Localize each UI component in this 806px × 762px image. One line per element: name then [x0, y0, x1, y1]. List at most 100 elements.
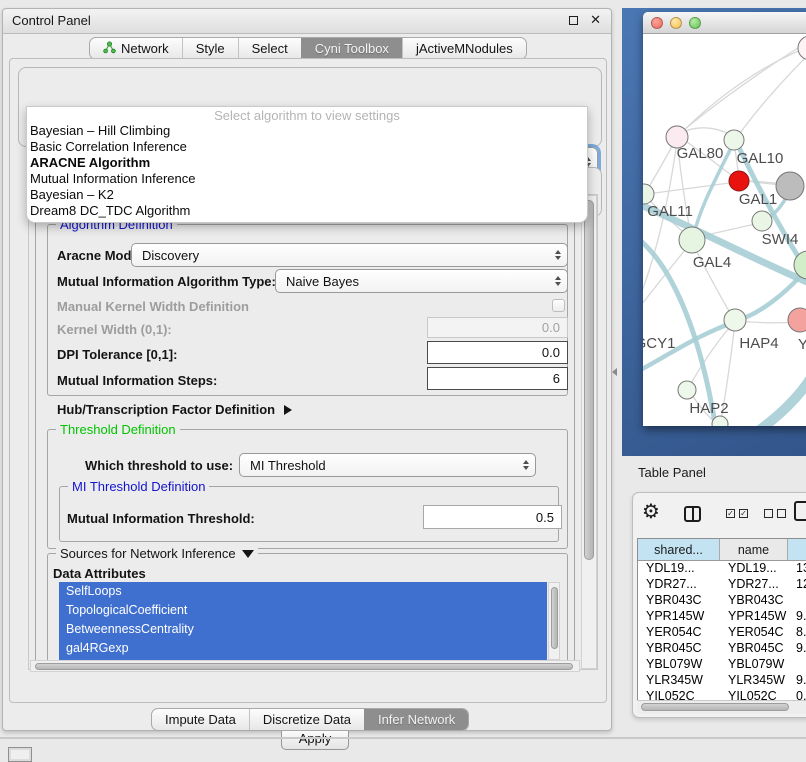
- manual-kernel-checkbox[interactable]: [552, 299, 565, 312]
- table-row[interactable]: YBR043CYBR043C: [638, 593, 806, 609]
- table-row[interactable]: YER054CYER054C8.: [638, 625, 806, 641]
- table-cell[interactable]: YDL19...: [638, 561, 720, 577]
- select-all-checkboxes-icon[interactable]: ✓: [726, 509, 735, 518]
- network-node-y[interactable]: [788, 308, 806, 332]
- column-header-a[interactable]: A: [788, 539, 806, 560]
- tab-jactivemnodules[interactable]: jActiveMNodules: [402, 38, 526, 59]
- attribute-item-topologicalcoefficient[interactable]: TopologicalCoefficient: [59, 601, 547, 620]
- kernel-width-input[interactable]: 0.0: [427, 317, 568, 338]
- tab-cyni-toolbox[interactable]: Cyni Toolbox: [301, 38, 402, 59]
- tab-impute-data[interactable]: Impute Data: [152, 709, 249, 730]
- network-node-swi4[interactable]: [752, 211, 772, 231]
- close-icon[interactable]: ✕: [590, 12, 601, 28]
- deselect-all-checkboxes-icon[interactable]: [764, 509, 773, 518]
- tab-infer-network[interactable]: Infer Network: [364, 709, 468, 730]
- network-edge[interactable]: [679, 46, 801, 134]
- split-pane-collapse-icon[interactable]: [612, 368, 617, 376]
- column-header-shared[interactable]: shared...: [638, 539, 720, 560]
- hub-definition-expander[interactable]: Hub/Transcription Factor Definition: [57, 402, 292, 417]
- attribute-item-selfloops[interactable]: SelfLoops: [59, 582, 547, 601]
- network-node-hap4[interactable]: [724, 309, 746, 331]
- table-cell[interactable]: [788, 657, 806, 673]
- dpi-tolerance-input[interactable]: 0.0: [427, 341, 568, 364]
- tab-style[interactable]: Style: [182, 38, 238, 59]
- network-node-gal1[interactable]: [729, 171, 749, 191]
- tab-select[interactable]: Select: [238, 38, 301, 59]
- table-horizontal-scrollbar[interactable]: [637, 700, 806, 714]
- network-view-window[interactable]: GAL80GAL10GAL1GAL11GAL4SWI4GCY1HAP4YHAP2: [643, 12, 806, 426]
- float-window-icon[interactable]: [569, 16, 578, 25]
- table-cell[interactable]: YBL079W: [720, 657, 788, 673]
- table-cell[interactable]: YPR145W: [638, 609, 720, 625]
- network-edge[interactable]: [737, 54, 806, 137]
- table-cell[interactable]: 9.: [788, 641, 806, 657]
- mi-steps-input[interactable]: 6: [427, 367, 568, 390]
- dropdown-item-bayesian-hill-climbing[interactable]: Bayesian – Hill Climbing: [27, 123, 587, 139]
- table-cell[interactable]: 13: [788, 561, 806, 577]
- network-node-hap2[interactable]: [678, 381, 696, 399]
- table-cell[interactable]: YBL079W: [638, 657, 720, 673]
- table-cell[interactable]: YPR145W: [720, 609, 788, 625]
- table-row[interactable]: YPR145WYPR145W9.: [638, 609, 806, 625]
- data-attributes-list[interactable]: SelfLoopsTopologicalCoefficientBetweenne…: [59, 582, 547, 660]
- network-edge[interactable]: [647, 182, 737, 194]
- table-cell[interactable]: YDL19...: [720, 561, 788, 577]
- table-row[interactable]: YDL19...YDL19...13: [638, 561, 806, 577]
- table-cell[interactable]: YBR045C: [720, 641, 788, 657]
- table-row[interactable]: YBR045CYBR045C9.: [638, 641, 806, 657]
- deselect-all-checkboxes-icon[interactable]: [777, 509, 786, 518]
- dropdown-item-aracne-algorithm[interactable]: ARACNE Algorithm: [27, 155, 587, 171]
- table-cell[interactable]: YLR345W: [720, 673, 788, 689]
- dropdown-item-basic-correlation-inference[interactable]: Basic Correlation Inference: [27, 139, 587, 155]
- table-cell[interactable]: 12: [788, 577, 806, 593]
- select-all-checkboxes-icon[interactable]: ✓: [739, 509, 748, 518]
- table-row[interactable]: YBL079WYBL079W: [638, 657, 806, 673]
- network-edge-weighted[interactable]: [751, 352, 806, 426]
- mi-threshold-input[interactable]: 0.5: [423, 505, 562, 529]
- column-header-name[interactable]: name: [720, 539, 788, 560]
- attribute-item-gal4rgexp[interactable]: gal4RGexp: [59, 639, 547, 658]
- which-threshold-combobox[interactable]: MI Threshold: [239, 453, 536, 477]
- aracne-mode-combobox[interactable]: Discovery: [131, 243, 568, 267]
- table-cell[interactable]: [788, 593, 806, 609]
- zoom-traffic-light-icon[interactable]: [689, 17, 701, 29]
- table-row[interactable]: YLR345WYLR345W9.: [638, 673, 806, 689]
- table-cell[interactable]: 9.: [788, 609, 806, 625]
- minimize-traffic-light-icon[interactable]: [670, 17, 682, 29]
- dropdown-item-bayesian-k2[interactable]: Bayesian – K2: [27, 187, 587, 203]
- node-attribute-table[interactable]: shared...nameAYDL19...YDL19...13YDR27...…: [637, 538, 806, 705]
- table-cell[interactable]: YBR043C: [638, 593, 720, 609]
- tab-network[interactable]: Network: [90, 38, 182, 59]
- function-icon-partial[interactable]: [794, 501, 806, 521]
- network-node[interactable]: [798, 36, 806, 60]
- network-node-gal4[interactable]: [679, 227, 705, 253]
- network-window-titlebar[interactable]: [643, 12, 806, 34]
- network-edge[interactable]: [681, 49, 803, 133]
- network-canvas[interactable]: GAL80GAL10GAL1GAL11GAL4SWI4GCY1HAP4YHAP2: [643, 34, 806, 426]
- close-traffic-light-icon[interactable]: [651, 17, 663, 29]
- attributes-scrollbar[interactable]: [548, 582, 560, 660]
- split-columns-icon[interactable]: [684, 506, 701, 522]
- table-cell[interactable]: YER054C: [638, 625, 720, 641]
- network-node[interactable]: [776, 172, 804, 200]
- expander-expanded-icon[interactable]: [242, 550, 254, 558]
- mi-type-combobox[interactable]: Naive Bayes: [275, 269, 568, 293]
- attribute-item-betweennesscentrality[interactable]: BetweennessCentrality: [59, 620, 547, 639]
- table-cell[interactable]: YDR27...: [720, 577, 788, 593]
- network-node-gal10[interactable]: [724, 130, 744, 150]
- dropdown-item-mutual-information-inference[interactable]: Mutual Information Inference: [27, 171, 587, 187]
- settings-horizontal-scrollbar[interactable]: [30, 660, 580, 672]
- table-row[interactable]: YDR27...YDR27...12: [638, 577, 806, 593]
- table-cell[interactable]: 9.: [788, 673, 806, 689]
- network-node-gal11[interactable]: [643, 184, 654, 204]
- table-cell[interactable]: YLR345W: [638, 673, 720, 689]
- settings-gear-icon[interactable]: ⚙: [642, 502, 660, 522]
- table-cell[interactable]: YER054C: [720, 625, 788, 641]
- dropdown-item-dream8-dc-tdc-algorithm[interactable]: Dream8 DC_TDC Algorithm: [27, 203, 587, 219]
- settings-vertical-scrollbar[interactable]: [581, 195, 597, 669]
- collapsed-panel-icon[interactable]: [8, 747, 32, 762]
- table-cell[interactable]: YBR043C: [720, 593, 788, 609]
- table-cell[interactable]: YBR045C: [638, 641, 720, 657]
- table-cell[interactable]: 8.: [788, 625, 806, 641]
- tab-discretize-data[interactable]: Discretize Data: [249, 709, 364, 730]
